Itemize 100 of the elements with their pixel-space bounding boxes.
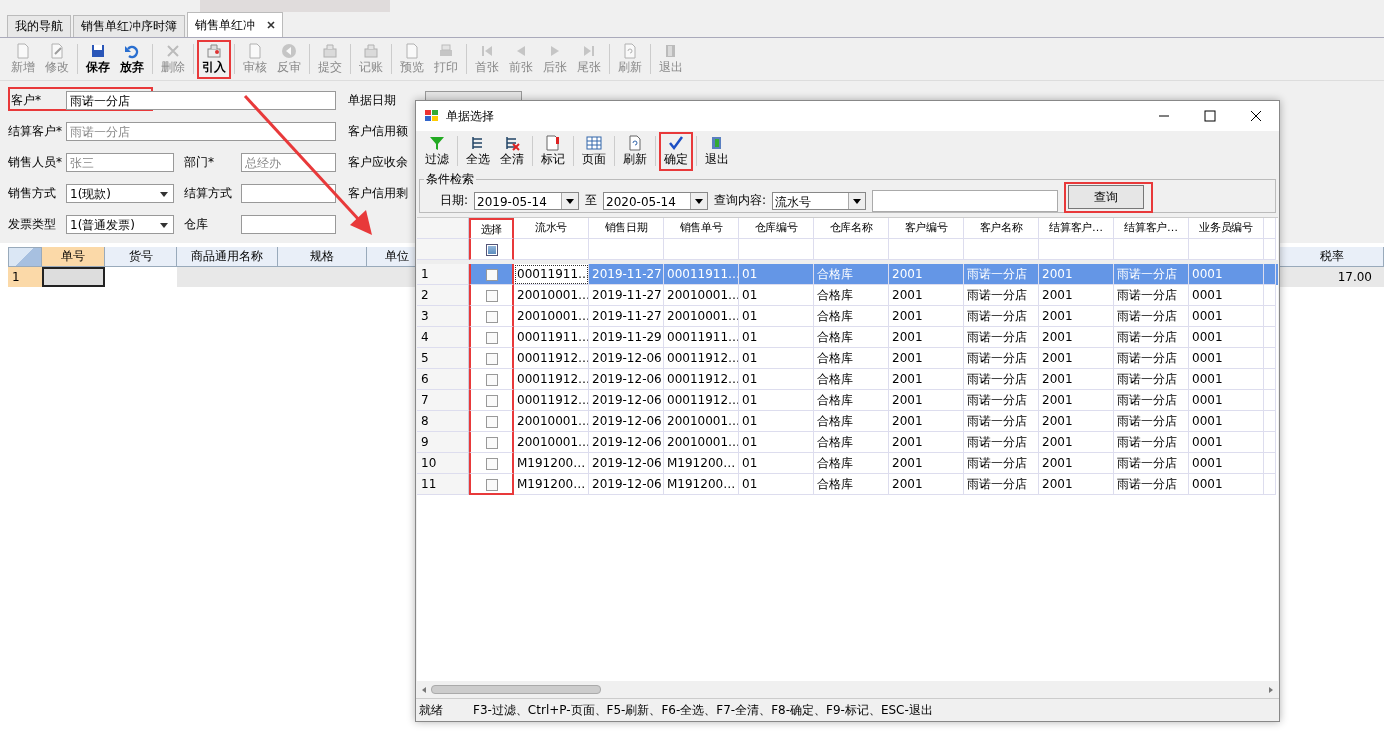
table-row[interactable]: 10 M191200… 2019-12-06 M191200… 01 合格库 2001 雨诺一分店 2001 雨诺一分店 0001 xyxy=(417,453,1278,474)
checkbox[interactable] xyxy=(485,373,498,386)
table-cell[interactable]: 20010001… xyxy=(514,411,589,432)
table-cell[interactable]: 20010001… xyxy=(664,306,739,327)
table-cell[interactable]: 0001 xyxy=(1189,369,1264,390)
table-cell[interactable]: M191200… xyxy=(664,474,739,495)
table-cell[interactable]: 雨诺一分店 xyxy=(964,348,1039,369)
table-cell[interactable]: M191200… xyxy=(514,453,589,474)
table-cell[interactable]: 合格库 xyxy=(814,432,889,453)
table-cell[interactable]: 雨诺一分店 xyxy=(1114,474,1189,495)
table-cell[interactable]: 01 xyxy=(739,306,814,327)
table-cell[interactable]: 雨诺一分店 xyxy=(1114,453,1189,474)
table-cell[interactable]: 2001 xyxy=(889,390,964,411)
column-header[interactable]: 单号 xyxy=(42,247,105,267)
table-cell[interactable]: 2001 xyxy=(1039,474,1114,495)
table-row[interactable]: 6 00011912…2019-12-06 00011912…01 合格库 2001 雨诺一分店 2001 雨诺一分店 0001 xyxy=(417,369,1278,390)
table-cell[interactable]: 0001 xyxy=(1189,411,1264,432)
table-cell[interactable]: 雨诺一分店 xyxy=(964,474,1039,495)
table-cell[interactable]: 2001 xyxy=(1039,390,1114,411)
table-cell[interactable]: 雨诺一分店 xyxy=(964,369,1039,390)
table-cell[interactable]: 雨诺一分店 xyxy=(1114,348,1189,369)
checkbox[interactable] xyxy=(485,394,498,407)
checkbox[interactable] xyxy=(485,310,498,323)
checkbox[interactable] xyxy=(485,436,498,449)
table-cell[interactable]: 雨诺一分店 xyxy=(1114,306,1189,327)
table-cell[interactable]: 01 xyxy=(739,432,814,453)
table-cell[interactable]: 雨诺一分店 xyxy=(1114,411,1189,432)
table-cell[interactable]: 20010001… xyxy=(514,285,589,306)
column-header[interactable]: 业务员编号 xyxy=(1189,218,1264,239)
table-cell[interactable]: 雨诺一分店 xyxy=(964,453,1039,474)
column-header[interactable]: 规格 xyxy=(278,247,367,267)
checkbox[interactable] xyxy=(485,268,498,281)
date-from-dropdown[interactable]: 2019-05-14 xyxy=(474,191,580,210)
table-cell[interactable]: 2001 xyxy=(889,327,964,348)
checkbox[interactable] xyxy=(485,331,498,344)
table-cell[interactable]: 0001 xyxy=(1189,348,1264,369)
tab[interactable]: 销售单红冲 xyxy=(187,12,283,37)
table-cell[interactable]: 雨诺一分店 xyxy=(964,432,1039,453)
table-row[interactable]: 3 20010001…2019-11-27 20010001…01 合格库 2001 雨诺一分店 2001 雨诺一分店 0001 xyxy=(417,306,1278,327)
toolbar-button[interactable]: 刷新 xyxy=(618,131,652,171)
table-row[interactable]: 9 20010001…2019-12-06 20010001…01 合格库 2001 雨诺一分店 2001 雨诺一分店 0001 xyxy=(417,432,1278,453)
table-cell[interactable]: 2001 xyxy=(1039,348,1114,369)
tab[interactable]: 我的导航 xyxy=(7,15,71,37)
scrollbar-thumb[interactable] xyxy=(431,685,601,694)
scroll-right-icon[interactable] xyxy=(1267,685,1275,694)
table-cell[interactable]: 2019-11-27 xyxy=(589,306,664,327)
department-field[interactable]: 总经办 xyxy=(241,153,336,172)
table-cell[interactable]: M191200… xyxy=(514,474,589,495)
table-cell[interactable]: 雨诺一分店 xyxy=(1114,369,1189,390)
table-cell[interactable]: 雨诺一分店 xyxy=(1114,390,1189,411)
settle-customer-field[interactable]: 雨诺一分店 xyxy=(66,122,336,141)
table-cell[interactable]: 2019-12-06 xyxy=(589,348,664,369)
table-cell[interactable] xyxy=(42,267,105,287)
table-cell[interactable]: 0001 xyxy=(1189,474,1264,495)
toolbar-button[interactable]: 确定 xyxy=(659,131,693,171)
column-header[interactable]: 销售日期 xyxy=(589,218,664,239)
table-row[interactable]: 11 M191200… 2019-12-06 M191200… 01 合格库 2001 雨诺一分店 2001 雨诺一分店 0001 xyxy=(417,474,1278,495)
table-row[interactable]: 7 00011912…2019-12-06 00011912…01 合格库 2001 雨诺一分店 2001 雨诺一分店 0001 xyxy=(417,390,1278,411)
table-cell[interactable]: 2019-11-27 xyxy=(589,285,664,306)
table-cell[interactable]: 合格库 xyxy=(814,327,889,348)
column-header[interactable]: 客户名称 xyxy=(964,218,1039,239)
table-cell[interactable]: 01 xyxy=(739,348,814,369)
sale-method-dropdown[interactable]: 1(现款) xyxy=(66,184,174,203)
column-header[interactable]: 仓库名称 xyxy=(814,218,889,239)
table-cell[interactable]: 2001 xyxy=(1039,411,1114,432)
table-cell[interactable]: 雨诺一分店 xyxy=(1114,432,1189,453)
table-cell[interactable]: M191200… xyxy=(664,453,739,474)
selected-row[interactable]: 1 00011911…2019-11-27 00011911…01 合格库 2001 雨诺一分店 2001 雨诺一分店 0001 xyxy=(417,264,1278,285)
table-cell[interactable]: 2001 xyxy=(1039,453,1114,474)
checkbox[interactable] xyxy=(485,352,498,365)
table-cell[interactable]: 0001 xyxy=(1189,432,1264,453)
table-row[interactable]: 8 20010001…2019-12-06 20010001…01 合格库 2001 雨诺一分店 2001 雨诺一分店 0001 xyxy=(417,411,1278,432)
table-cell[interactable]: 2019-11-29 xyxy=(589,327,664,348)
table-cell[interactable]: 20010001… xyxy=(514,306,589,327)
table-cell[interactable]: 合格库 xyxy=(814,306,889,327)
table-cell[interactable]: 2001 xyxy=(889,306,964,327)
table-row[interactable]: 5 00011912…2019-12-06 00011912…01 合格库 2001 雨诺一分店 2001 雨诺一分店 0001 xyxy=(417,348,1278,369)
column-header[interactable]: 销售单号 xyxy=(664,218,739,239)
table-cell[interactable]: 合格库 xyxy=(814,411,889,432)
toolbar-button[interactable]: 标记 xyxy=(536,131,570,171)
table-cell[interactable]: 2019-12-06 xyxy=(589,390,664,411)
table-cell[interactable]: 0001 xyxy=(1189,390,1264,411)
salesperson-field[interactable]: 张三 xyxy=(66,153,174,172)
column-header[interactable]: 仓库编号 xyxy=(739,218,814,239)
table-cell[interactable]: 2001 xyxy=(889,348,964,369)
table-cell[interactable]: 2001 xyxy=(889,369,964,390)
table-cell[interactable]: 00011912… xyxy=(514,369,589,390)
close-icon[interactable] xyxy=(267,21,275,29)
table-cell[interactable]: 雨诺一分店 xyxy=(964,411,1039,432)
table-cell[interactable]: 2019-12-06 xyxy=(589,411,664,432)
table-cell[interactable]: 合格库 xyxy=(814,348,889,369)
invoice-type-dropdown[interactable]: 1(普通发票) xyxy=(66,215,174,234)
table-cell[interactable]: 雨诺一分店 xyxy=(964,285,1039,306)
table-cell[interactable]: 2001 xyxy=(1039,285,1114,306)
table-cell[interactable]: 雨诺一分店 xyxy=(1114,327,1189,348)
table-row[interactable]: 4 00011911…2019-11-29 00011911…01 合格库 2001 雨诺一分店 2001 雨诺一分店 0001 xyxy=(417,327,1278,348)
table-cell[interactable]: 0001 xyxy=(1189,285,1264,306)
column-header[interactable]: 选择 xyxy=(469,218,514,239)
table-cell[interactable]: 雨诺一分店 xyxy=(964,306,1039,327)
table-cell[interactable]: 2019-12-06 xyxy=(589,432,664,453)
